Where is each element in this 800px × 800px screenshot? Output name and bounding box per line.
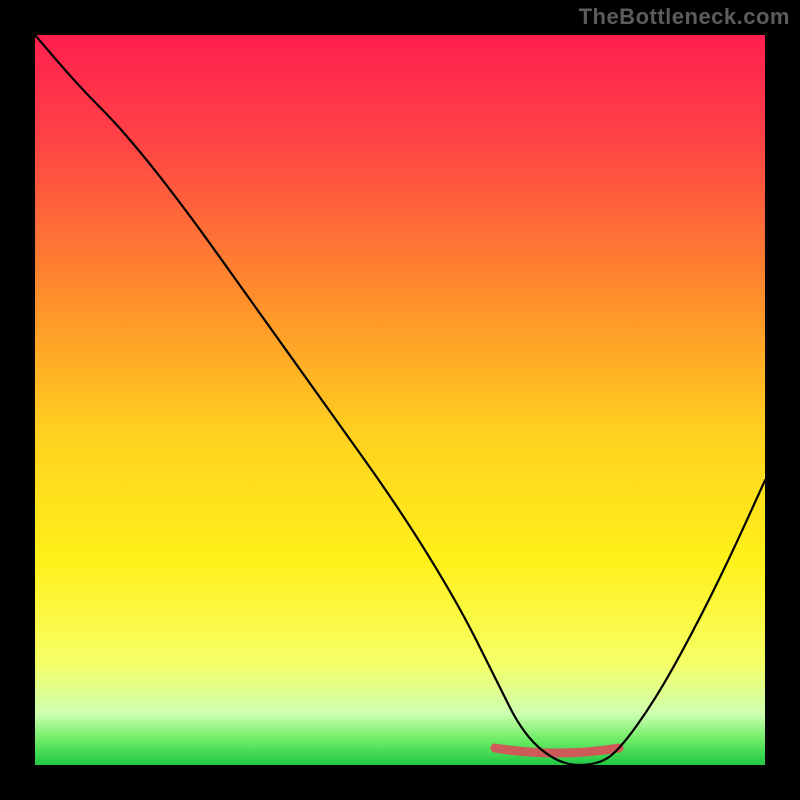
chart-frame: TheBottleneck.com [0, 0, 800, 800]
curve-layer [35, 35, 765, 765]
plot-area [35, 35, 765, 765]
bottleneck-curve [35, 35, 765, 765]
watermark-text: TheBottleneck.com [579, 4, 790, 30]
valley-marker [495, 748, 619, 753]
